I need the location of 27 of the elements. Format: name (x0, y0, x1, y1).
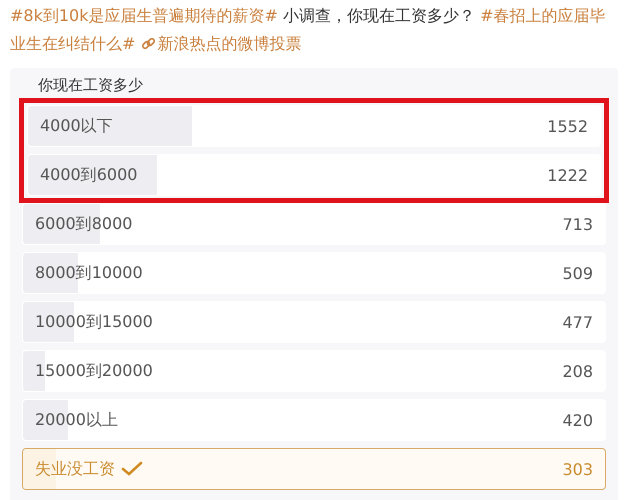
poll-option[interactable]: 20000以上 420 (22, 399, 606, 441)
poll-title: 你现在工资多少 (37, 76, 144, 96)
option-label: 15000到20000 (35, 360, 153, 382)
vote-count: 477 (562, 312, 593, 332)
poll-option[interactable]: 6000到8000 713 (22, 203, 606, 245)
poll-option[interactable]: 8000到10000 509 (22, 252, 606, 294)
vote-count: 420 (562, 410, 593, 430)
poll-option[interactable]: 15000到20000 208 (22, 350, 606, 392)
vote-count: 713 (562, 214, 593, 234)
vote-count: 1552 (547, 116, 588, 136)
check-icon (121, 461, 143, 477)
poll-option[interactable]: 4000以下 1552 (27, 105, 601, 147)
link-icon (140, 36, 156, 51)
option-label: 失业没工资 (35, 458, 115, 480)
vote-count: 303 (562, 460, 593, 478)
option-label: 4000以下 (40, 116, 113, 136)
vote-count: 1222 (547, 166, 588, 184)
option-label: 4000到6000 (40, 164, 138, 186)
option-label: 20000以上 (35, 410, 118, 430)
poll-option[interactable]: 10000到15000 477 (22, 301, 606, 343)
option-label: 8000到10000 (35, 262, 143, 284)
option-label: 10000到15000 (35, 312, 153, 332)
vote-count: 509 (562, 264, 593, 282)
poll-option[interactable]: 4000到6000 1222 (27, 154, 601, 196)
vote-count: 208 (562, 362, 593, 380)
option-label: 6000到8000 (35, 214, 132, 234)
post-text: #8k到10k是应届生普遍期待的薪资# 小调查，你现在工资多少？ #春招上的应届毕业生在纠结什么# 新浪热点的微博投票 (10, 5, 606, 55)
